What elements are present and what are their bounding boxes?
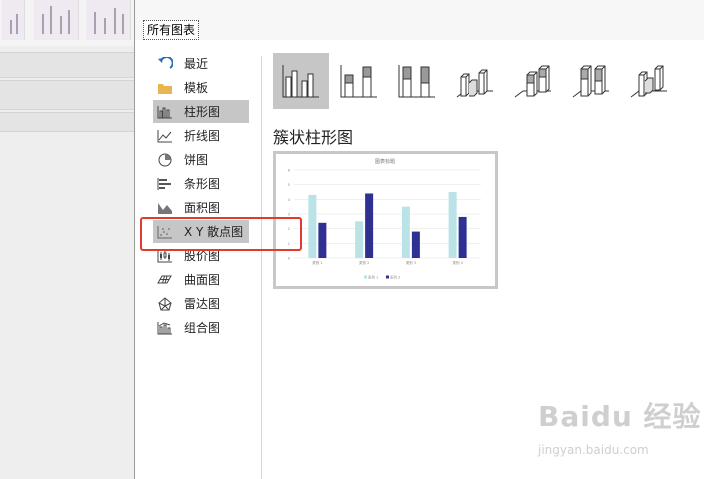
red-highlight-box [140, 217, 302, 251]
legend-label: 系列 2 [390, 275, 400, 280]
background-thumbnail [2, 0, 25, 40]
tab-all-charts[interactable]: 所有图表 [143, 20, 200, 40]
chart-preview[interactable]: 图表标题 0 1 2 3 4 5 6 类别 1 类别 2 类别 3 类别 4 系列 1 系列 2 [273, 151, 498, 289]
x-tick-label: 类别 3 [406, 260, 416, 265]
category-templates[interactable]: 模板 [153, 76, 249, 99]
radar-chart-icon [156, 296, 174, 312]
category-column[interactable]: 柱形图 [153, 100, 249, 123]
subtype-stacked-column[interactable] [331, 53, 387, 109]
3d-column-icon [630, 65, 667, 98]
bar-2 [318, 222, 327, 258]
y-tick-label: 0 [288, 257, 290, 261]
clustered-column-icon [282, 65, 319, 98]
legend-swatch [364, 275, 367, 279]
bar-1 [355, 221, 364, 258]
background-toolbar [0, 80, 134, 110]
y-tick-label: 3 [288, 213, 290, 217]
category-combo[interactable]: 组合图 [153, 316, 249, 339]
bar-2 [365, 193, 374, 258]
category-label: 条形图 [184, 177, 221, 191]
category-label: 面积图 [184, 201, 221, 215]
background-window [0, 0, 135, 479]
subtype-title: 簇状柱形图 [273, 128, 354, 147]
background-toolbar [0, 52, 134, 78]
folder-icon [156, 80, 174, 96]
category-label: 雷达图 [184, 297, 221, 311]
3d-percent-stacked-column-icon [572, 65, 609, 98]
category-area[interactable]: 面积图 [153, 196, 249, 219]
category-radar[interactable]: 雷达图 [153, 292, 249, 315]
y-tick-label: 6 [288, 169, 290, 173]
category-label: 最近 [184, 57, 209, 71]
category-label: 曲面图 [184, 273, 221, 287]
category-label: 组合图 [184, 321, 221, 335]
category-pie[interactable]: 饼图 [153, 148, 249, 171]
subtype-3d-stacked-column[interactable] [505, 53, 561, 109]
subtype-3d-column[interactable] [621, 53, 677, 109]
category-label: 折线图 [184, 129, 221, 143]
watermark-url: jingyan.baidu.com [538, 443, 649, 457]
category-bar[interactable]: 条形图 [153, 172, 249, 195]
line-chart-icon [156, 128, 174, 144]
watermark: Baidu 经验 jingyan.baidu.com [538, 395, 702, 457]
combo-chart-icon [156, 320, 174, 336]
y-tick-label: 5 [288, 183, 290, 187]
y-tick-label: 4 [288, 198, 291, 202]
category-label: 柱形图 [184, 105, 221, 119]
percent-stacked-column-icon [398, 65, 435, 98]
surface-chart-icon [156, 272, 174, 288]
bar-1 [448, 192, 457, 258]
background-ribbon [0, 0, 134, 46]
category-surface[interactable]: 曲面图 [153, 268, 249, 291]
subtype-3d-100-stacked-column[interactable] [563, 53, 619, 109]
preview-chart: 图表标题0123456类别 1 类别 2 类别 3 类别 4系列 1 系列 2 [288, 158, 481, 280]
background-thumbnail [86, 0, 131, 40]
pie-chart-icon [156, 152, 174, 168]
subtype-3d-clustered-column[interactable] [447, 53, 503, 109]
column-chart-icon [156, 104, 174, 120]
background-thumbnail [34, 0, 79, 40]
3d-stacked-column-icon [514, 65, 551, 98]
legend-swatch [386, 275, 389, 279]
chart-title: 图表标题 [375, 158, 395, 165]
bar-1 [308, 194, 317, 258]
subtype-100-stacked-column[interactable] [389, 53, 445, 109]
category-label: 模板 [184, 81, 209, 95]
x-tick-label: 类别 1 [312, 260, 322, 265]
stacked-column-icon [340, 65, 377, 98]
category-line[interactable]: 折线图 [153, 124, 249, 147]
bar-2 [458, 216, 467, 258]
x-tick-label: 类别 2 [359, 260, 369, 265]
recent-icon [156, 56, 174, 72]
background-toolbar [0, 112, 134, 132]
area-chart-icon [156, 200, 174, 216]
watermark-logo: Baidu 经验 [538, 400, 702, 433]
x-tick-label: 类别 4 [452, 260, 463, 265]
bar-1 [401, 206, 410, 258]
dialog-divider [261, 56, 262, 479]
subtype-clustered-column[interactable] [273, 53, 329, 109]
bar-2 [411, 231, 420, 258]
3d-clustered-column-icon [456, 69, 493, 98]
category-recent[interactable]: 最近 [153, 52, 249, 75]
bar-chart-icon [156, 176, 174, 192]
legend-label: 系列 1 [368, 275, 378, 280]
dialog-tab-strip: 所有图表 [135, 0, 704, 40]
category-label: 饼图 [184, 153, 209, 167]
